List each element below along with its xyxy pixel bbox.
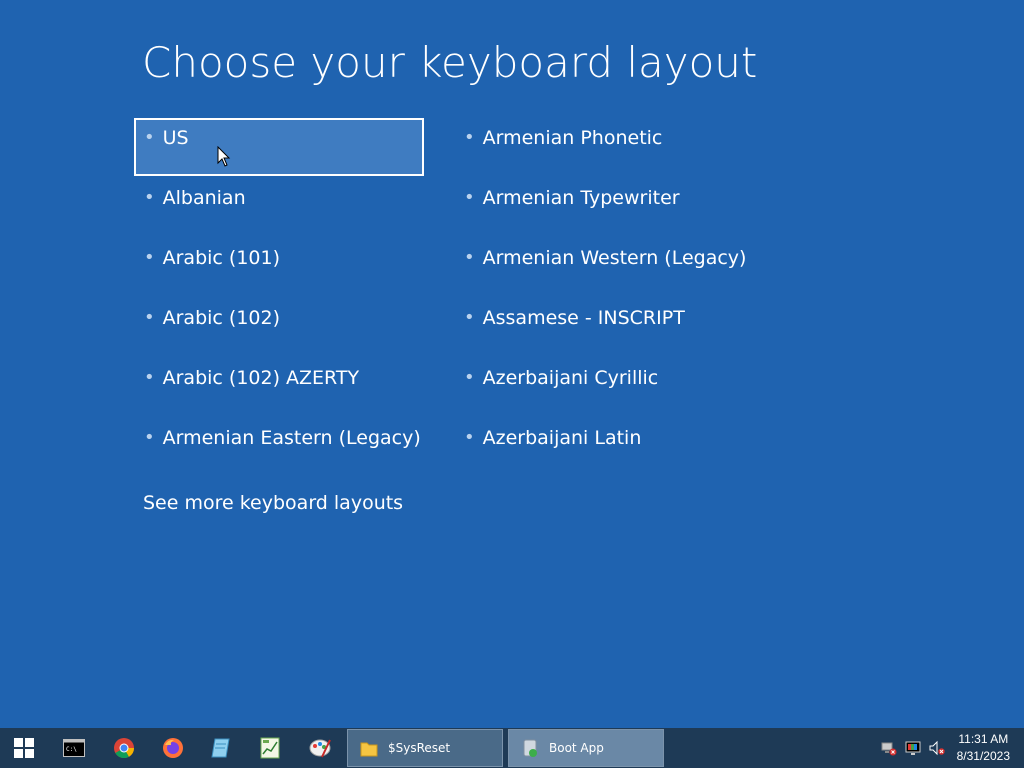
command-prompt-icon[interactable]: C:\ xyxy=(54,732,94,764)
notepad-icon[interactable] xyxy=(201,732,241,764)
layout-option-label: US xyxy=(162,127,189,149)
taskbar-clock[interactable]: 11:31 AM 8/31/2023 xyxy=(957,731,1010,765)
folder-icon xyxy=(360,742,378,757)
chrome-icon[interactable] xyxy=(104,732,144,764)
layout-option[interactable]: • Azerbaijani Latin xyxy=(454,418,774,476)
taskbar-button-label: $SysReset xyxy=(388,741,451,755)
layout-option-label: Armenian Western (Legacy) xyxy=(482,247,747,269)
layout-option[interactable]: • Arabic (101) xyxy=(134,238,434,296)
app-icon xyxy=(523,739,537,757)
layout-option[interactable]: • Armenian Western (Legacy) xyxy=(454,238,774,296)
mouse-pointer-icon xyxy=(217,146,231,167)
layout-option-label: Arabic (102) xyxy=(162,307,280,329)
taskbar: C:\ $SysReset Boot App 11:31 AM 8/31/202… xyxy=(0,728,1024,768)
layout-option-label: Armenian Eastern (Legacy) xyxy=(162,427,421,449)
layout-option[interactable]: • Armenian Typewriter xyxy=(454,178,774,236)
layout-option-label: Azerbaijani Cyrillic xyxy=(482,367,659,389)
layout-option-label: Azerbaijani Latin xyxy=(482,427,642,449)
taskbar-button-boot-app[interactable]: Boot App xyxy=(508,729,664,767)
layout-option-label: Arabic (101) xyxy=(162,247,280,269)
layout-option[interactable]: • Azerbaijani Cyrillic xyxy=(454,358,774,416)
svg-text:C:\: C:\ xyxy=(66,746,77,753)
see-more-layouts-link[interactable]: See more keyboard layouts xyxy=(143,492,403,514)
taskbar-button-label: Boot App xyxy=(549,741,604,755)
firefox-icon[interactable] xyxy=(153,732,193,764)
layout-option[interactable]: • Armenian Eastern (Legacy) xyxy=(134,418,434,476)
layout-list-left: • US • Albanian • Arabic (101) • Arabic (102… xyxy=(134,118,434,478)
layout-option-label: Assamese - INSCRIPT xyxy=(482,307,685,329)
page-title: Choose your keyboard layout xyxy=(142,38,758,87)
layout-list-right: • Armenian Phonetic • Armenian Typewriter … xyxy=(454,118,774,478)
layout-option-label: Armenian Phonetic xyxy=(482,127,663,149)
taskbar-button-sysreset[interactable]: $SysReset xyxy=(347,729,503,767)
layout-option-label: Arabic (102) AZERTY xyxy=(162,367,360,389)
layout-option[interactable]: • Arabic (102) AZERTY xyxy=(134,358,434,416)
layout-option[interactable]: • Armenian Phonetic xyxy=(454,118,774,176)
layout-option-label: Armenian Typewriter xyxy=(482,187,680,209)
layout-option-label: Albanian xyxy=(162,187,246,209)
clock-date: 8/31/2023 xyxy=(956,749,1010,763)
network-disconnected-icon[interactable] xyxy=(881,740,897,756)
layout-option[interactable]: • US xyxy=(134,118,424,176)
layout-option[interactable]: • Assamese - INSCRIPT xyxy=(454,298,774,356)
clock-time: 11:31 AM xyxy=(958,732,1009,746)
paint-icon[interactable] xyxy=(300,732,340,764)
display-settings-icon[interactable] xyxy=(905,740,921,756)
volume-muted-icon[interactable] xyxy=(929,740,945,756)
windows-start-icon[interactable] xyxy=(4,732,44,764)
spreadsheet-icon[interactable] xyxy=(250,732,290,764)
layout-option[interactable]: • Arabic (102) xyxy=(134,298,434,356)
layout-option[interactable]: • Albanian xyxy=(134,178,434,236)
